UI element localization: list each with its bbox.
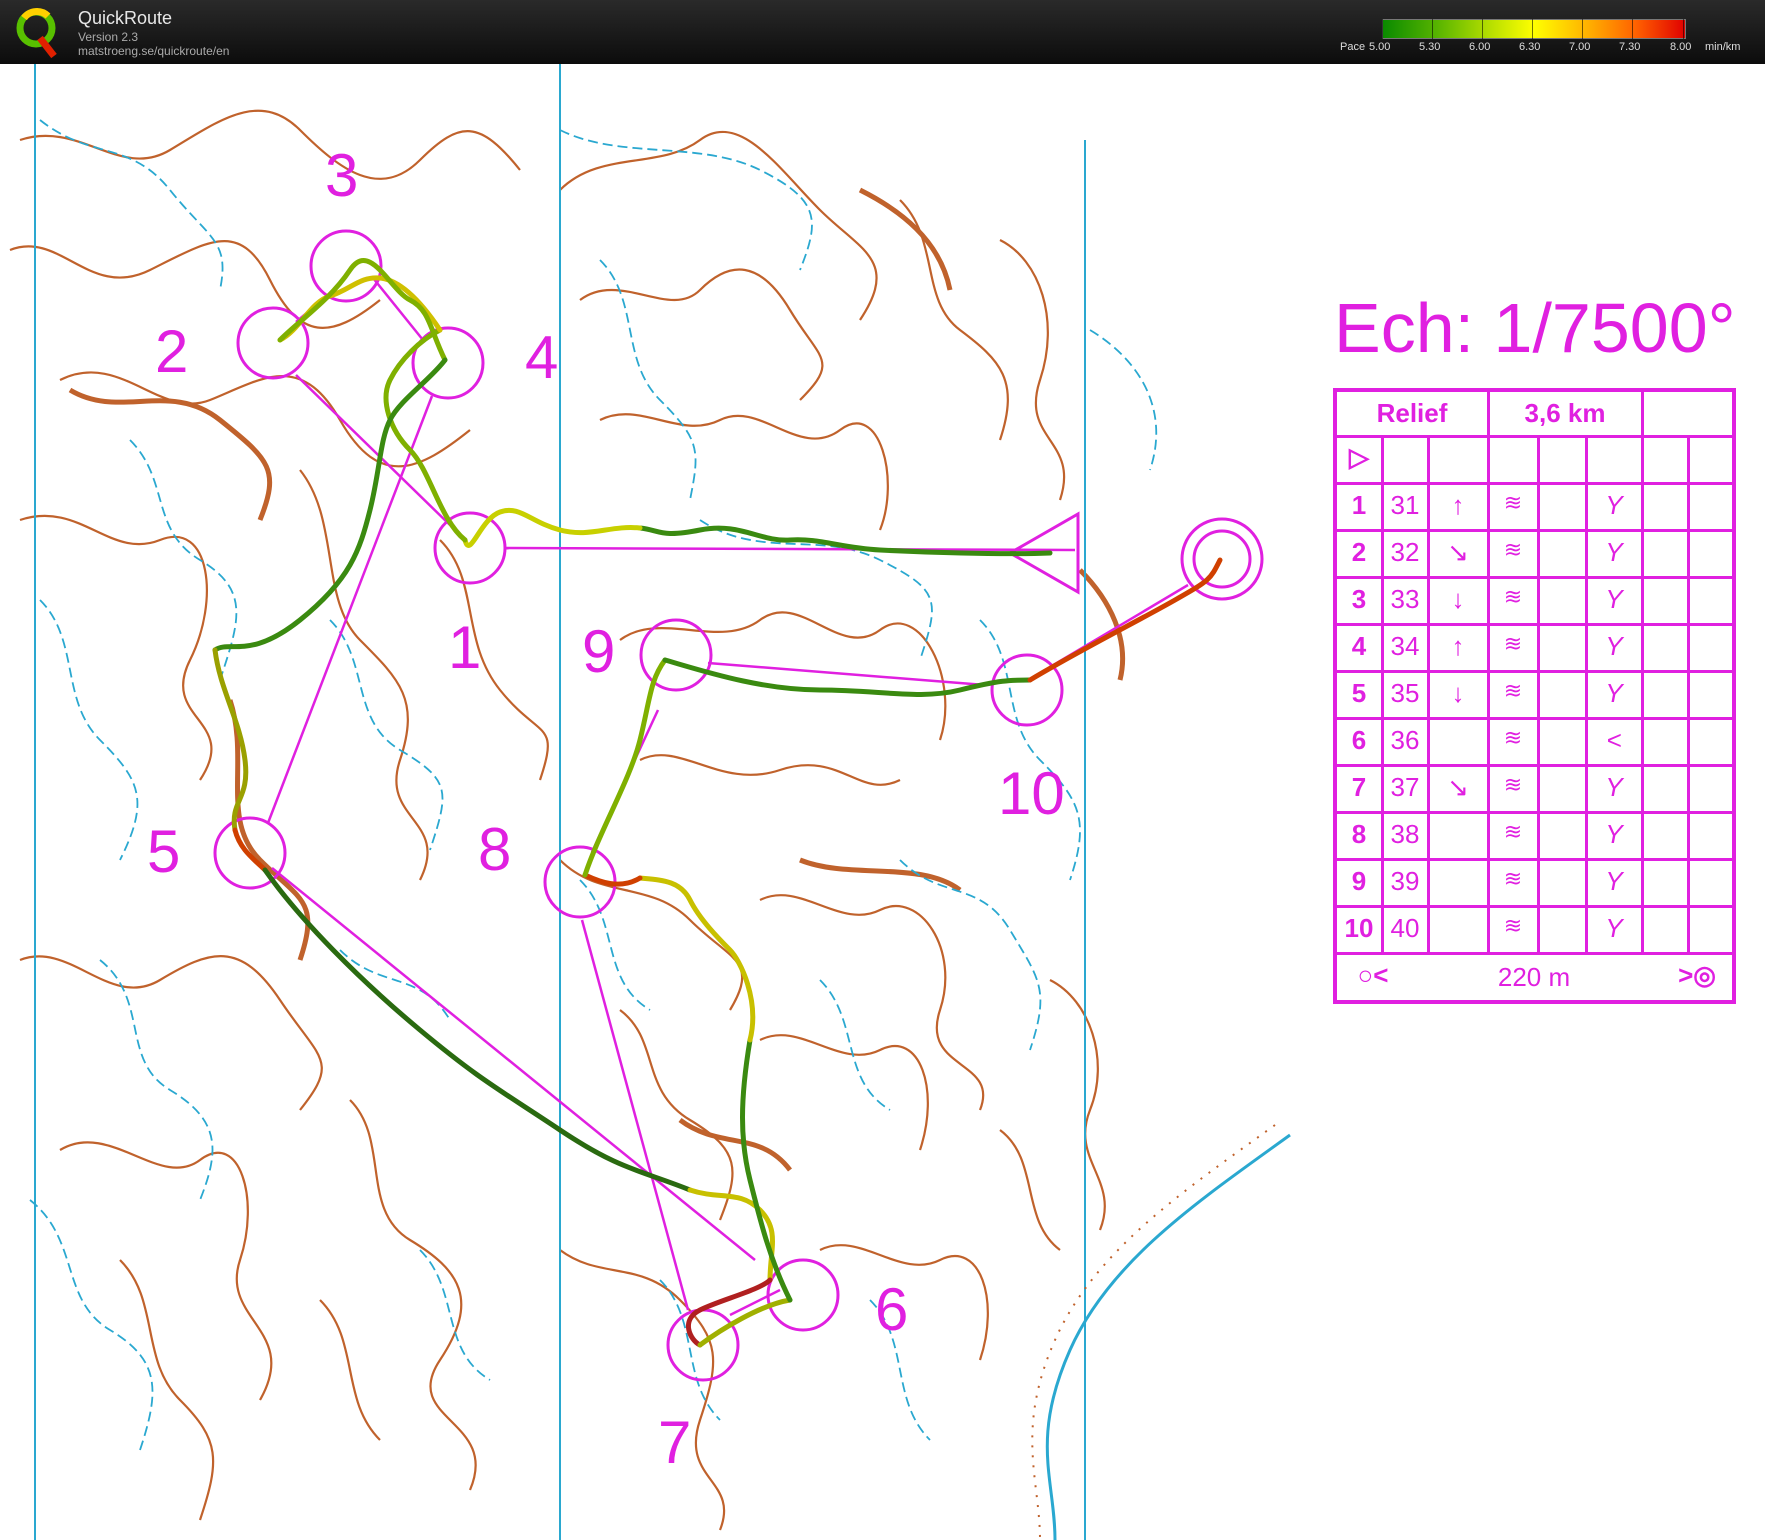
detail-symbol: Y [1605,678,1623,708]
pace-tick-label: 7.30 [1619,41,1641,53]
control-number: 10 [1344,913,1374,943]
class-name: Relief [1376,398,1448,428]
pace-label: Pace [1340,41,1366,53]
control-code: 36 [1390,725,1420,755]
feature-symbol: ≋ [1503,913,1523,938]
direction-symbol: ↑ [1451,631,1465,661]
control-code: 35 [1390,678,1420,708]
control-code: 39 [1390,866,1420,896]
map-scale: Ech: 1/7500° [1334,289,1736,367]
control-code: 34 [1390,631,1420,661]
feature-symbol: ≋ [1503,490,1523,515]
detail-symbol: < [1606,725,1622,755]
control-label: 3 [325,142,358,209]
direction-symbol: ↘ [1447,537,1469,567]
start-symbol-icon: ▷ [1349,442,1369,472]
direction-symbol: ↘ [1447,772,1469,802]
control-label: 10 [998,760,1065,827]
finish-symbol-icon: >◎ [1678,960,1716,990]
direction-symbol: ↓ [1451,678,1465,708]
app-version: Version 2.3 [78,30,139,44]
pace-tick-label: 8.00 [1670,41,1692,53]
feature-symbol: ≋ [1503,866,1523,891]
feature-symbol: ≋ [1503,725,1523,750]
control-label: 5 [147,818,180,885]
pace-tick [1532,19,1533,39]
control-number: 2 [1351,537,1367,567]
control-label: 2 [155,318,188,385]
control-number: 6 [1351,725,1367,755]
control-label: 9 [582,618,615,685]
feature-symbol: ≋ [1503,584,1523,609]
control-label: 1 [448,614,481,681]
quickroute-logo-icon [16,8,57,59]
control-number: 8 [1351,819,1367,849]
control-code: 40 [1390,913,1420,943]
finish-approach-icon: ○< [1357,960,1389,990]
detail-symbol: Y [1605,866,1623,896]
pace-tick [1382,19,1383,39]
detail-symbol: Y [1605,913,1623,943]
feature-symbol: ≋ [1503,631,1523,656]
control-description-sheet: Relief 3,6 km ▷ 1 31 ↑ ≋ Y 2 32 ↘ ≋ Y 3 33 ↓ ≋ Y 4 34 ↑ ≋ Y… [1333,388,1736,1004]
control-label: 4 [525,324,558,391]
app-name: QuickRoute [78,8,173,28]
pace-tick [1582,19,1583,39]
detail-symbol: Y [1605,631,1623,661]
detail-symbol: Y [1605,537,1623,567]
control-label: 8 [478,816,511,883]
control-code: 37 [1390,772,1420,802]
pace-color-bar [1382,19,1686,39]
control-code: 32 [1390,537,1420,567]
pace-tick-label: 6.00 [1469,41,1491,53]
pace-unit: min/km [1705,41,1741,53]
app-url[interactable]: matstroeng.se/quickroute/en [78,44,229,58]
control-number: 1 [1351,490,1367,520]
feature-symbol: ≋ [1503,678,1523,703]
pace-tick [1432,19,1433,39]
pace-tick-label: 6.30 [1519,41,1541,53]
finish-distance: 220 m [1497,962,1571,992]
course-length: 3,6 km [1524,398,1606,428]
control-code: 38 [1390,819,1420,849]
control-code: 31 [1390,490,1420,520]
direction-symbol: ↓ [1451,584,1465,614]
control-number: 7 [1351,772,1367,802]
detail-symbol: Y [1605,490,1623,520]
pace-tick [1683,19,1684,39]
control-number: 9 [1351,866,1367,896]
control-code: 33 [1390,584,1420,614]
control-number: 3 [1351,584,1367,614]
detail-symbol: Y [1605,819,1623,849]
control-label: 7 [658,1409,691,1476]
control-number: 4 [1351,631,1367,661]
pace-tick-label: 7.00 [1569,41,1591,53]
detail-symbol: Y [1605,772,1623,802]
feature-symbol: ≋ [1503,537,1523,562]
direction-symbol: ↑ [1451,490,1465,520]
feature-symbol: ≋ [1503,819,1523,844]
control-number: 5 [1351,678,1367,708]
pace-tick [1482,19,1483,39]
control-label: 6 [875,1276,908,1343]
pace-tick-label: 5.00 [1369,41,1391,53]
pace-tick [1632,19,1633,39]
detail-symbol: Y [1605,584,1623,614]
title-bar: QuickRoute Version 2.3 matstroeng.se/qui… [0,0,1765,64]
feature-symbol: ≋ [1503,772,1523,797]
pace-tick-label: 5.30 [1419,41,1441,53]
